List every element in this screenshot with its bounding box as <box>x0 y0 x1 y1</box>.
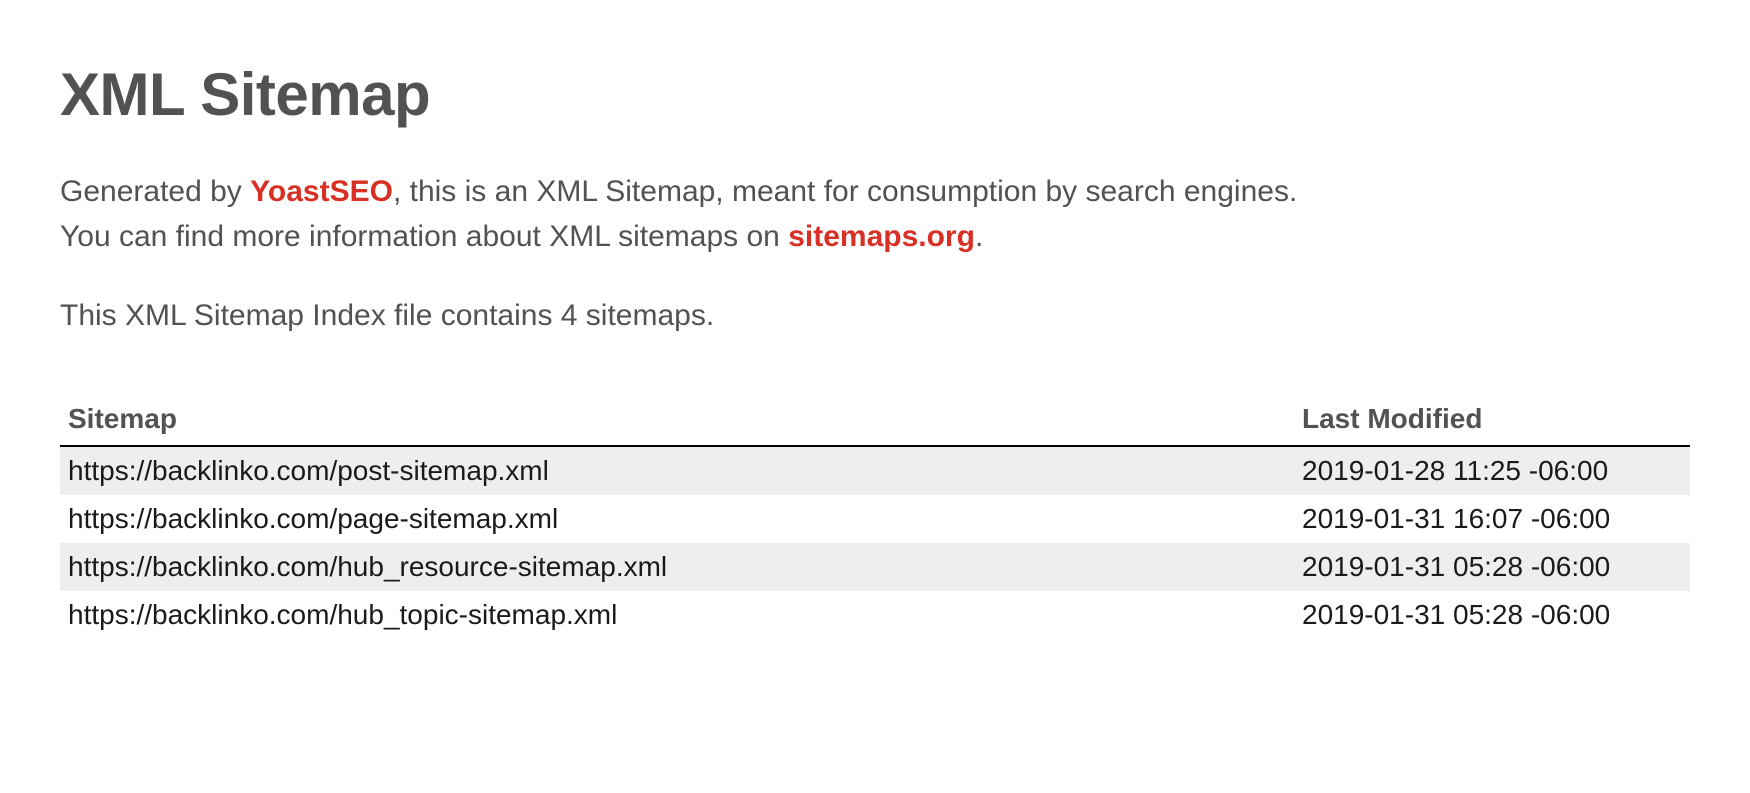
sitemap-count-line: This XML Sitemap Index file contains 4 s… <box>60 299 1690 333</box>
sitemap-url-link[interactable]: https://backlinko.com/page-sitemap.xml <box>68 503 558 534</box>
sitemap-last-modified: 2019-01-28 11:25 -06:00 <box>1294 446 1690 495</box>
sitemap-url-link[interactable]: https://backlinko.com/hub_topic-sitemap.… <box>68 599 617 630</box>
yoastseo-link[interactable]: YoastSEO <box>250 175 393 208</box>
table-row: https://backlinko.com/post-sitemap.xml 2… <box>60 446 1690 495</box>
intro-paragraph: Generated by YoastSEO, this is an XML Si… <box>60 169 1690 259</box>
table-row: https://backlinko.com/hub_topic-sitemap.… <box>60 591 1690 639</box>
sitemap-url-link[interactable]: https://backlinko.com/post-sitemap.xml <box>68 455 549 486</box>
sitemap-url-link[interactable]: https://backlinko.com/hub_resource-sitem… <box>68 551 667 582</box>
column-header-sitemap: Sitemap <box>60 393 1294 446</box>
sitemap-table: Sitemap Last Modified https://backlinko.… <box>60 393 1690 639</box>
column-header-last-modified: Last Modified <box>1294 393 1690 446</box>
intro-text-line2-suffix: . <box>975 220 983 253</box>
intro-text-mid1: , this is an XML Sitemap, meant for cons… <box>393 175 1297 208</box>
sitemapsorg-link[interactable]: sitemaps.org <box>788 220 975 253</box>
page-title: XML Sitemap <box>60 60 1690 129</box>
sitemap-last-modified: 2019-01-31 05:28 -06:00 <box>1294 543 1690 591</box>
intro-text-prefix: Generated by <box>60 175 250 208</box>
table-row: https://backlinko.com/hub_resource-sitem… <box>60 543 1690 591</box>
intro-text-line2-prefix: You can find more information about XML … <box>60 220 788 253</box>
sitemap-last-modified: 2019-01-31 16:07 -06:00 <box>1294 495 1690 543</box>
sitemap-last-modified: 2019-01-31 05:28 -06:00 <box>1294 591 1690 639</box>
table-row: https://backlinko.com/page-sitemap.xml 2… <box>60 495 1690 543</box>
